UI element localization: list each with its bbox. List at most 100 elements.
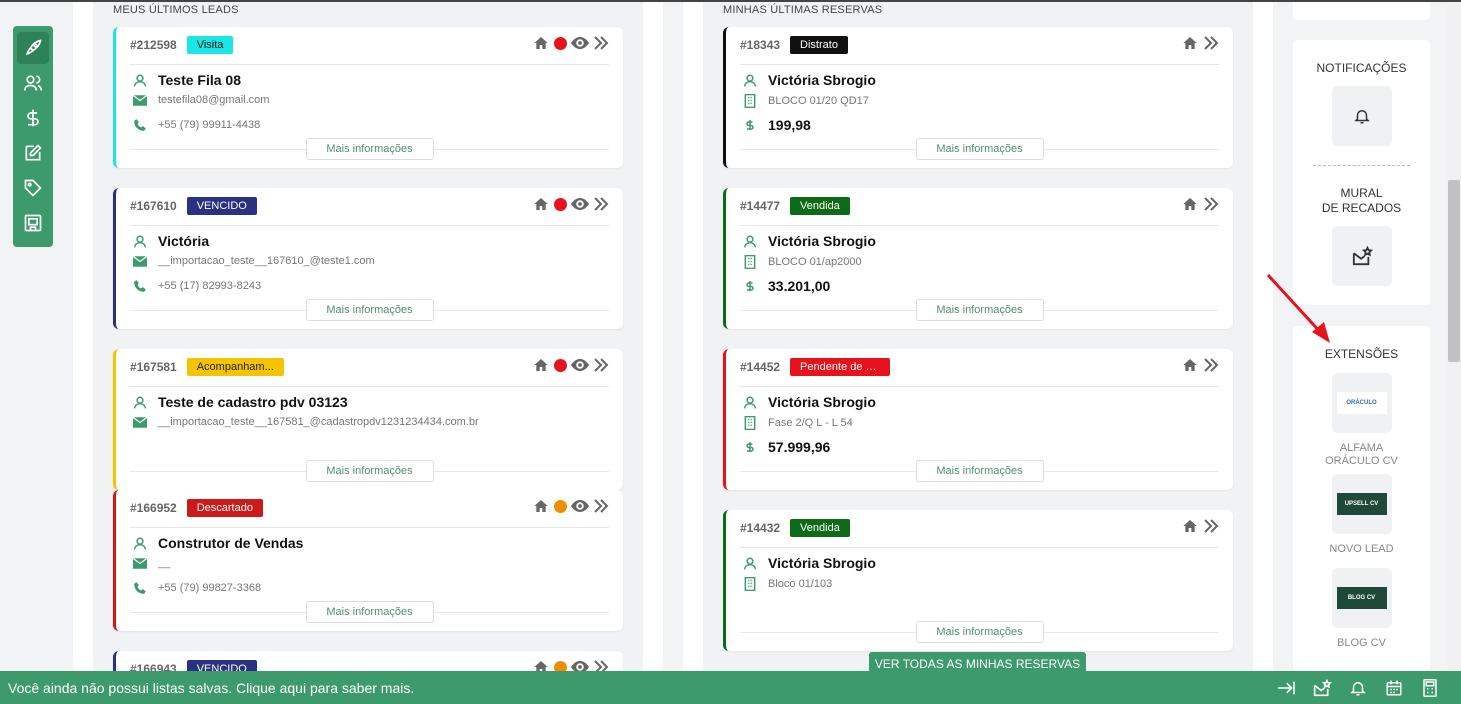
calendar-icon [1386,680,1402,695]
mural-title-line1: MURAL [1340,186,1383,200]
client-name: Victória Sbrogio [768,233,876,249]
client-name: Victória Sbrogio [768,72,876,88]
calculator-icon [1423,678,1437,697]
eye-icon[interactable] [571,36,589,50]
mural-shortcut-button[interactable] [1309,678,1335,697]
divider [740,547,1219,548]
reservation-card[interactable]: #14477 Vendida Victória Sbrogio BLOCO 01… [723,188,1233,329]
bell-icon [1350,681,1366,695]
home-icon[interactable] [1181,357,1199,373]
eye-icon[interactable] [571,660,589,671]
home-icon[interactable] [532,357,550,373]
more-info-button[interactable]: Mais informações [915,138,1044,160]
more-info-button[interactable]: Mais informações [915,621,1044,643]
phone-icon [134,280,146,292]
divider [740,225,1219,226]
blog-logo-icon: BLOG CV [1336,587,1387,609]
chevron-double-right-icon[interactable] [1203,358,1219,372]
extensions-box: EXTENSÕES ORÁCULO ALFAMA ORÁCULO CV UPSE… [1293,326,1430,671]
collapse-button[interactable] [1273,680,1299,696]
chevron-double-right-icon[interactable] [1203,197,1219,211]
lead-email: __importacao_teste__167610_@teste1.com [158,255,375,267]
status-badge: VENCIDO [186,660,257,671]
dollar-icon [746,442,754,452]
envelope-icon [133,94,147,106]
calendar-button[interactable] [1381,679,1407,697]
home-icon[interactable] [532,498,550,514]
status-dot [554,197,567,211]
divider [130,386,609,387]
home-icon[interactable] [1181,35,1199,51]
status-dot [554,358,567,372]
phone-icon [134,119,146,131]
lead-email: __ [158,557,171,569]
home-icon[interactable] [532,196,550,212]
lead-card[interactable]: #166952 Descartado Construtor de Vendas … [113,490,623,631]
lead-card[interactable]: #167610 VENCIDO Victória __importacao_te… [113,188,623,329]
dollar-icon [27,109,39,126]
lead-card[interactable]: #166943 VENCIDO [113,651,623,671]
sidebar-item-buildings[interactable] [13,205,53,240]
more-info-button[interactable]: Mais informações [915,299,1044,321]
eye-icon[interactable] [571,358,589,372]
chevron-double-right-icon[interactable] [1203,36,1219,50]
eye-icon[interactable] [571,197,589,211]
eye-icon[interactable] [571,499,589,513]
sidebar-item-sales[interactable] [13,100,53,135]
chevron-double-right-icon[interactable] [593,197,609,211]
unit-label: BLOCO 01/ap2000 [768,256,862,268]
chevron-double-right-icon[interactable] [593,36,609,50]
lead-name: Victória [158,233,210,249]
reservation-id: #18343 [740,38,781,52]
reservation-id: #14452 [740,360,781,374]
notifications-title: NOTIFICAÇÕES [1316,61,1407,75]
calculator-button[interactable] [1417,678,1443,697]
home-icon[interactable] [1181,518,1199,534]
reservation-card[interactable]: #14452 Pendente de a... Victória Sbrogio… [723,349,1233,490]
notifications-shortcut-button[interactable] [1345,679,1371,697]
more-info-button[interactable]: Mais informações [305,138,434,160]
client-name: Victória Sbrogio [768,555,876,571]
reservation-card[interactable]: #18343 Distrato Victória Sbrogio BLOCO 0… [723,27,1233,168]
envelope-icon [133,416,147,428]
extension-tile-blog[interactable]: BLOG CV [1331,568,1392,628]
notifications-box: NOTIFICAÇÕES MURAL DE RECADOS [1293,40,1430,305]
envelope-icon [133,255,147,267]
home-icon[interactable] [532,35,550,51]
extension-tile-novo-lead[interactable]: UPSELL CV [1331,474,1392,534]
more-info-button[interactable]: Mais informações [305,299,434,321]
status-badge: Vendida [790,197,850,215]
tag-icon [24,179,42,197]
chevron-double-right-icon[interactable] [593,499,609,513]
status-dot [554,36,567,50]
sidebar-item-leads[interactable] [13,65,53,100]
chevron-double-right-icon[interactable] [593,358,609,372]
lead-card[interactable]: #167581 Acompanham... Teste de cadastro … [113,349,623,490]
status-dot [554,499,567,513]
more-info-button[interactable]: Mais informações [915,460,1044,482]
saved-lists-message[interactable]: Você ainda não possui listas salvas. Cli… [8,680,1273,696]
chevron-double-right-icon[interactable] [1203,519,1219,533]
sidebar-item-dashboard[interactable] [13,30,53,65]
chevron-double-right-icon[interactable] [593,660,609,671]
divider [740,386,1219,387]
scrollbar-thumb[interactable] [1448,180,1460,362]
notifications-button[interactable] [1331,86,1392,146]
extension-tile-alfama[interactable]: ORÁCULO [1331,373,1392,433]
reservations-section-title: MINHAS ÚLTIMAS RESERVAS [723,4,883,16]
reservation-card[interactable]: #14432 Vendida Victória Sbrogio Bloco 01… [723,510,1233,651]
user-icon [134,396,146,408]
main-sidebar [13,26,53,247]
more-info-button[interactable]: Mais informações [305,601,434,623]
rocket-icon [25,38,42,55]
more-info-button[interactable]: Mais informações [305,460,434,482]
sidebar-item-edit[interactable] [13,135,53,170]
lead-card[interactable]: #212598 Visita Teste Fila 08 testefila08… [113,27,623,168]
extension-label: BLOG CV [1337,637,1386,649]
bell-icon [1353,110,1370,124]
home-icon[interactable] [1181,196,1199,212]
home-icon[interactable] [532,659,550,671]
user-icon [744,235,756,247]
envelope-icon [133,557,147,569]
sidebar-item-tags[interactable] [13,170,53,205]
